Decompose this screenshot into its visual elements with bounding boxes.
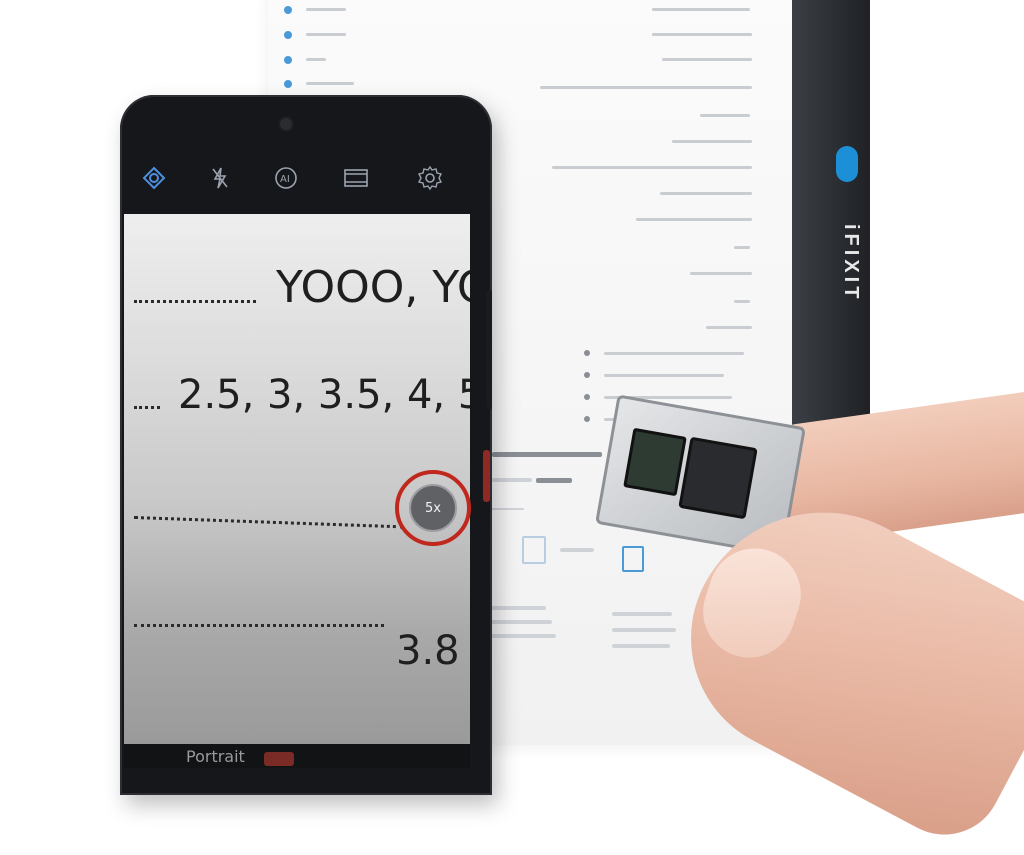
spec-value-line	[734, 246, 750, 249]
box-url-line	[536, 478, 572, 483]
box-fineprint-line	[486, 606, 546, 610]
camera-mode-bar	[124, 744, 470, 768]
mode-active-tab-indicator[interactable]	[264, 752, 294, 766]
spec-value-line	[706, 326, 752, 329]
spec-value-line	[636, 218, 752, 221]
viewfinder-dotted-line	[134, 300, 256, 303]
box-fineprint-line	[486, 634, 556, 638]
spec-value-line	[540, 86, 752, 89]
power-button	[483, 450, 490, 502]
box-fineprint-line	[612, 612, 672, 616]
zoom-level-button[interactable]: 5x	[409, 484, 457, 532]
spec-value-line	[734, 300, 750, 303]
ai-mode-icon[interactable]: AI	[268, 160, 304, 196]
box-tools-label	[560, 548, 594, 552]
ifixit-logo-dot-icon	[836, 146, 858, 182]
spec-label-line	[306, 8, 346, 11]
spec-bullet-icon	[284, 80, 292, 88]
svg-text:AI: AI	[280, 174, 290, 185]
kit-bullet-icon	[584, 350, 590, 356]
front-camera-hole	[280, 118, 292, 130]
box-tagline-line	[492, 452, 602, 457]
spec-value-line	[672, 140, 752, 143]
module-sensor-block	[678, 436, 758, 520]
volume-button	[486, 290, 492, 410]
spec-bullet-icon	[284, 56, 292, 64]
spec-label-line	[306, 58, 326, 61]
spec-bullet-icon	[284, 31, 292, 39]
spec-value-line	[652, 33, 752, 36]
camera-top-toolbar: AI	[130, 160, 460, 212]
kit-item-line	[604, 374, 724, 377]
module-lens-prism	[623, 427, 687, 497]
spec-value-line	[552, 166, 752, 169]
kit-bullet-icon	[584, 416, 590, 422]
settings-gear-icon[interactable]	[412, 160, 448, 196]
box-fineprint-line	[612, 644, 670, 648]
viewfinder-text-line-3: 3.8	[396, 628, 460, 674]
kit-item-line	[604, 352, 744, 355]
box-url-line	[492, 478, 532, 482]
box-fineprint-line	[612, 628, 676, 632]
zoom-level-label: 5x	[425, 500, 441, 516]
flash-off-icon[interactable]	[202, 160, 238, 196]
viewfinder-dotted-line	[134, 406, 160, 409]
spec-value-line	[690, 272, 752, 275]
viewfinder-text-line-2: 2.5, 3, 3.5, 4, 5	[178, 372, 470, 418]
spec-value-line	[700, 114, 750, 117]
tools-icon	[522, 536, 546, 564]
spec-label-line	[306, 82, 354, 85]
parts-icon	[622, 546, 644, 572]
kit-bullet-icon	[584, 394, 590, 400]
kit-bullet-icon	[584, 372, 590, 378]
video-aspect-icon[interactable]	[338, 160, 374, 196]
spec-label-line	[306, 33, 346, 36]
mode-portrait-tab[interactable]: Portrait	[186, 747, 245, 766]
viewfinder-dotted-line	[134, 624, 384, 627]
camera-filter-icon[interactable]	[136, 160, 172, 196]
spec-value-line	[662, 58, 752, 61]
box-divider	[488, 508, 524, 510]
spec-value-line	[652, 8, 750, 11]
ifixit-brand-logo: iFIXIT	[840, 224, 862, 303]
viewfinder-text-line-1: YOOO, YO	[276, 262, 470, 313]
box-fineprint-line	[486, 620, 552, 624]
viewfinder-dotted-line	[133, 516, 404, 529]
spec-value-line	[660, 192, 752, 195]
spec-bullet-icon	[284, 6, 292, 14]
